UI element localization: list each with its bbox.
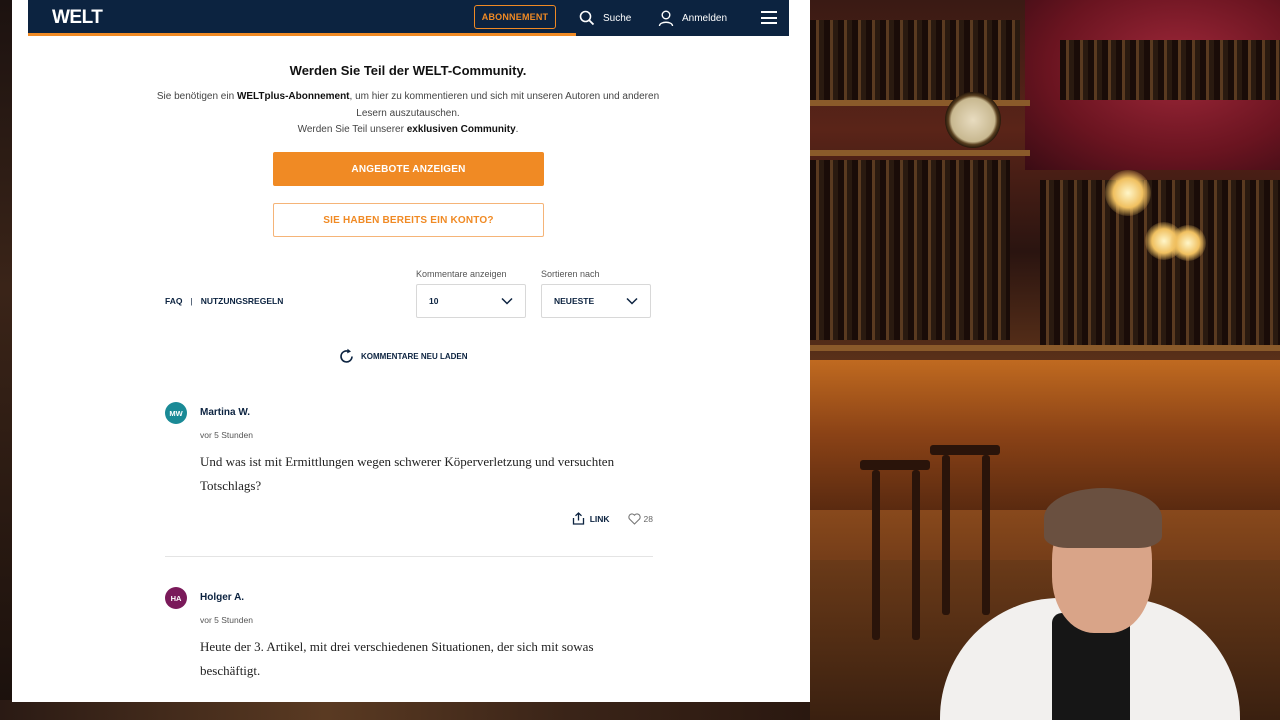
like-count: 28 xyxy=(643,513,653,524)
sort-select[interactable]: NEUESTE xyxy=(541,284,651,318)
community-title: Werden Sie Teil der WELT-Community. xyxy=(289,63,527,78)
comment-text: Heute der 3. Artikel, mit drei verschied… xyxy=(200,639,594,678)
background-bottom-strip xyxy=(0,700,812,720)
browser-page: WELT ABONNEMENT Suche Anmelden Werden Si… xyxy=(12,0,810,702)
community-text-bold: WELTplus-Abonnement xyxy=(236,91,350,102)
search-button[interactable]: Suche xyxy=(579,8,631,28)
existing-account-button[interactable]: SIE HABEN BEREITS EIN KONTO? xyxy=(273,203,544,237)
comment-divider xyxy=(165,556,653,557)
search-icon xyxy=(579,10,595,26)
avatar: HA xyxy=(165,587,187,609)
community-description: Sie benötigen ein WELTplus-Abonnement, u… xyxy=(152,89,664,139)
chevron-down-icon xyxy=(501,297,513,305)
bar-stool xyxy=(860,460,930,470)
shelf xyxy=(810,150,1030,156)
bottle-shelf xyxy=(810,160,1010,340)
comment-time: vor 5 Stunden xyxy=(200,615,253,625)
bar-stool xyxy=(912,470,920,640)
rules-link[interactable]: NUTZUNGSREGELN xyxy=(201,296,284,306)
heart-icon xyxy=(627,512,641,525)
bottle-shelf xyxy=(810,20,1020,100)
comment-link-button[interactable]: LINK xyxy=(572,512,610,525)
search-label: Suche xyxy=(603,12,632,24)
share-icon xyxy=(572,512,584,525)
chevron-down-icon xyxy=(626,297,638,305)
avatar: MW xyxy=(165,402,187,424)
comment-link-label: LINK xyxy=(589,513,610,524)
site-header: WELT ABONNEMENT Suche Anmelden xyxy=(28,0,789,36)
comment-actions: LINK 28 xyxy=(572,512,653,525)
shelf xyxy=(810,345,1280,351)
comment-item: MW Martina W. vor 5 Stunden Und was ist … xyxy=(165,402,653,532)
show-count-value: 10 xyxy=(429,296,439,306)
welt-logo[interactable]: WELT xyxy=(52,7,103,29)
community-text-part: Werden Sie Teil unserer xyxy=(297,124,407,135)
bottle-shelf xyxy=(1040,180,1280,350)
ceiling-lamp xyxy=(1170,225,1206,261)
sort-value: NEUESTE xyxy=(554,296,595,306)
community-text-part: . xyxy=(515,124,519,135)
community-text-bold: exklusiven Community xyxy=(406,124,516,135)
faq-link[interactable]: FAQ xyxy=(165,296,182,306)
comment-author[interactable]: Holger A. xyxy=(200,592,244,603)
comment-text: Und was ist mit Ermittlungen wegen schwe… xyxy=(200,454,615,493)
bar-stool xyxy=(872,470,880,640)
show-offers-button[interactable]: ANGEBOTE ANZEIGEN xyxy=(273,152,544,186)
show-count-select[interactable]: 10 xyxy=(416,284,526,318)
wall-clock xyxy=(945,92,1001,148)
show-count-label: Kommentare anzeigen xyxy=(416,269,507,279)
reload-icon xyxy=(340,348,353,363)
comment-author[interactable]: Martina W. xyxy=(200,407,250,418)
bottle-shelf xyxy=(1060,40,1280,100)
community-text-part: Sie benötigen ein xyxy=(156,91,237,102)
subscribe-button[interactable]: ABONNEMENT xyxy=(474,5,556,29)
bar-stool xyxy=(930,445,1000,455)
reload-label: KOMMENTARE NEU LADEN xyxy=(361,352,468,361)
user-icon xyxy=(658,10,674,26)
streamer-webcam xyxy=(940,488,1240,720)
menu-icon[interactable] xyxy=(761,11,777,24)
link-separator: | xyxy=(190,296,193,306)
comment-time: vor 5 Stunden xyxy=(200,430,253,440)
reload-comments-button[interactable]: KOMMENTARE NEU LADEN xyxy=(338,348,468,365)
login-label: Anmelden xyxy=(682,12,728,24)
login-button[interactable]: Anmelden xyxy=(658,8,727,28)
streamer-hair xyxy=(1044,488,1162,548)
ceiling-lamp xyxy=(1105,170,1151,216)
comment-item: HA Holger A. vor 5 Stunden Heute der 3. … xyxy=(165,587,653,687)
sort-label: Sortieren nach xyxy=(541,269,600,279)
community-text-part: , um hier zu kommentieren und sich mit u… xyxy=(349,91,660,119)
help-links: FAQ | NUTZUNGSREGELN xyxy=(165,296,283,306)
reading-progress-bar xyxy=(28,33,576,36)
comment-like-button[interactable]: 28 xyxy=(627,512,653,525)
